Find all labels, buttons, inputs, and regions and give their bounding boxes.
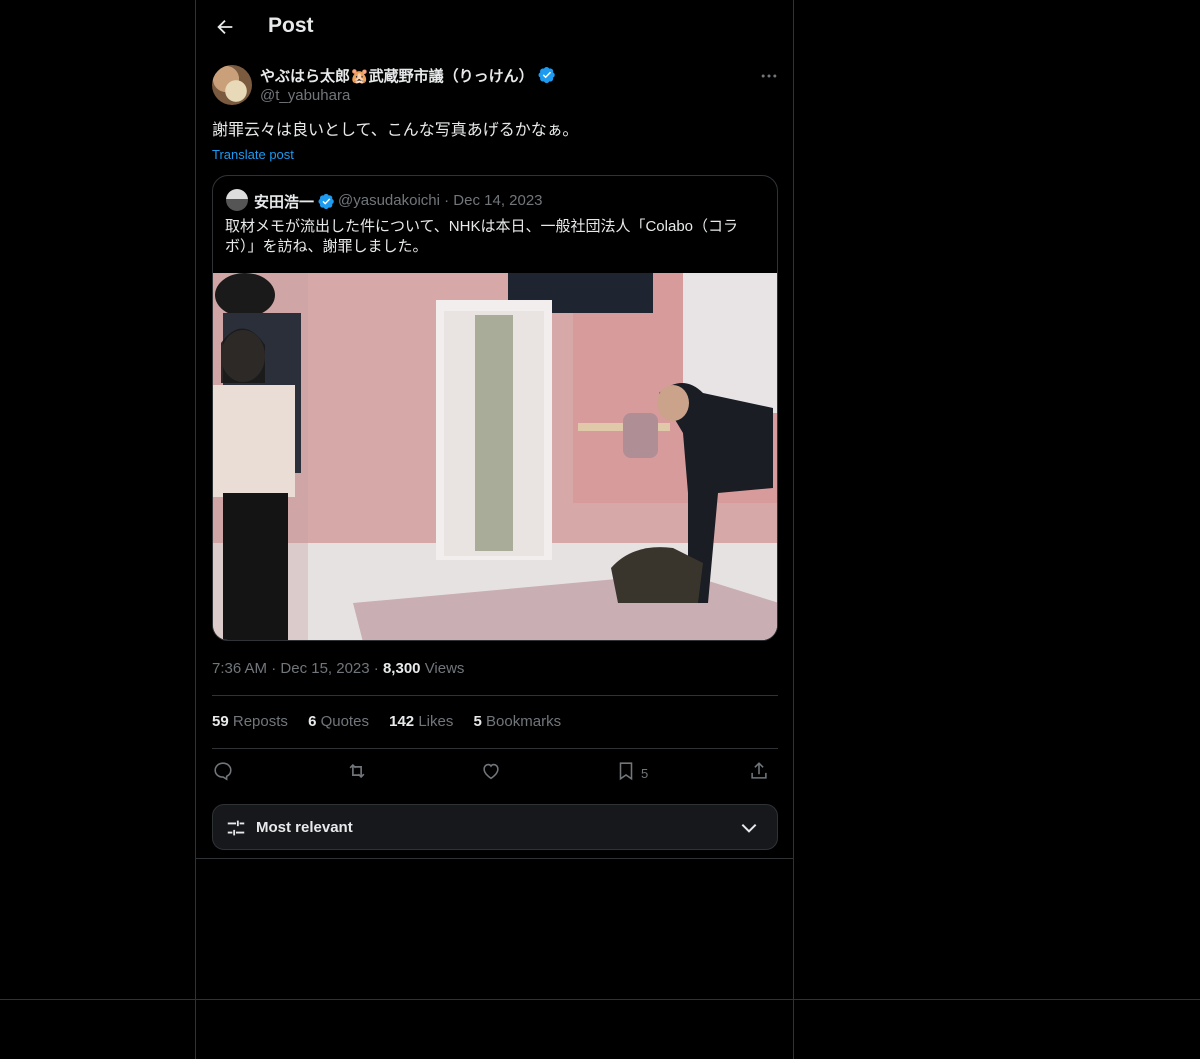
reposts-count: 59 [212, 713, 229, 730]
quote-handle: @yasudakoichi [338, 192, 440, 209]
more-options-icon[interactable] [759, 66, 779, 86]
reposts-stat[interactable]: 59 Reposts [212, 713, 288, 730]
quotes-label: Quotes [320, 713, 369, 730]
quote-date: Dec 14, 2023 [453, 192, 543, 209]
quoted-post[interactable]: 安田浩一 @yasudakoichi · Dec 14, 2023 取材メモが流… [212, 175, 778, 641]
reply-icon [214, 762, 232, 781]
quote-photo[interactable] [213, 273, 778, 641]
repost-button[interactable] [346, 760, 368, 784]
post-header: Post [196, 0, 793, 54]
likes-label: Likes [418, 713, 454, 730]
bookmarks-stat[interactable]: 5 Bookmarks [474, 713, 562, 730]
reply-button[interactable] [212, 760, 234, 784]
quote-author-name-row: 安田浩一 [254, 191, 335, 212]
share-icon [751, 762, 767, 779]
verified-badge-icon [538, 66, 555, 84]
author-handle[interactable]: @t_yabuhara [260, 87, 350, 104]
bookmark-button[interactable]: 5 [615, 760, 659, 784]
quotes-stat[interactable]: 6 Quotes [308, 713, 369, 730]
separator-dot: · [373, 660, 383, 677]
post-meta: 7:36 AM · Dec 15, 2023 · 8,300 Views [212, 660, 464, 677]
verified-badge-icon [318, 193, 334, 210]
bookmarks-count: 5 [473, 713, 482, 730]
views-label: Views [424, 660, 465, 677]
likes-count: 142 [389, 713, 415, 730]
quotes-count: 6 [308, 713, 317, 730]
bookmark-count: 5 [641, 766, 649, 781]
divider [0, 999, 1200, 1000]
author-name-row[interactable]: やぶはら太郎🐹武蔵野市議（りっけん） [260, 65, 556, 86]
divider [195, 858, 794, 859]
quote-author-name: 安田浩一 [254, 194, 315, 211]
post-date[interactable]: Dec 15, 2023 [280, 660, 369, 677]
chevron-down-icon [741, 823, 757, 833]
divider [212, 748, 778, 749]
bookmarks-label: Bookmarks [486, 713, 562, 730]
page-title: Post [268, 14, 314, 37]
action-bar: 5 [212, 760, 778, 786]
separator-dot: · [271, 660, 281, 677]
engagement-stats: 59 Reposts 6 Quotes 142 Likes 5 Bookmark… [212, 713, 577, 730]
main-column: Post やぶはら太郎🐹武蔵野市議（りっけん） @t_yabuhara 謝罪云々… [195, 0, 794, 1059]
post-time[interactable]: 7:36 AM [212, 660, 267, 677]
heart-icon [483, 763, 499, 780]
repost-icon [349, 763, 365, 779]
separator-dot: · [444, 192, 454, 209]
sort-label: Most relevant [256, 819, 353, 836]
post-text: 謝罪云々は良いとして、こんな写真あげるかなぁ。 [212, 122, 579, 139]
author-name[interactable]: やぶはら太郎🐹武蔵野市議（りっけん） [260, 68, 534, 85]
share-button[interactable] [748, 760, 770, 784]
translate-post-link[interactable]: Translate post [212, 147, 294, 162]
like-button[interactable] [480, 760, 502, 784]
quote-author-avatar [226, 189, 248, 211]
quote-handle-date: @yasudakoichi · Dec 14, 2023 [338, 192, 543, 209]
views-count: 8,300 [382, 660, 421, 677]
likes-stat[interactable]: 142 Likes [389, 713, 453, 730]
back-arrow-icon[interactable] [214, 16, 236, 38]
sliders-icon [227, 820, 245, 836]
divider [212, 695, 778, 696]
author-avatar[interactable] [212, 65, 252, 105]
reply-sort-dropdown[interactable]: Most relevant [212, 804, 778, 850]
reposts-label: Reposts [232, 713, 288, 730]
bookmark-icon [619, 762, 633, 781]
quote-text: 取材メモが流出した件について、NHKは本日、一般社団法人「Colabo（コラボ）… [225, 218, 739, 255]
